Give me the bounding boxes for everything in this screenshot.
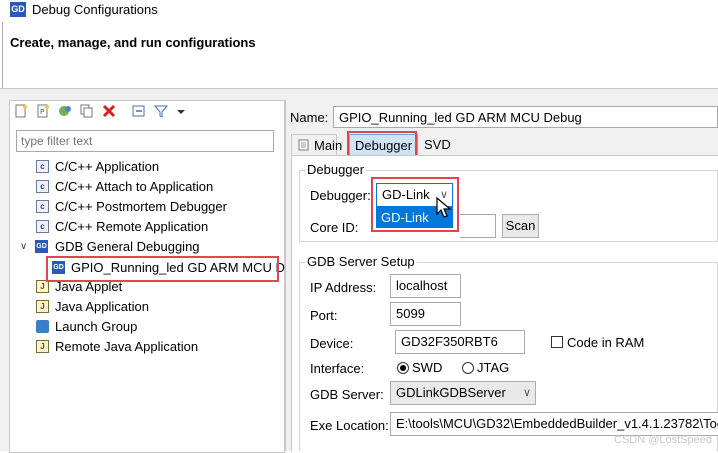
view-menu-icon[interactable] [176, 104, 186, 118]
jtag-label: JTAG [477, 360, 510, 375]
dialog-header-title: Create, manage, and run configurations [10, 35, 256, 50]
gdb-server-group-title: GDB Server Setup [305, 254, 417, 269]
delete-icon[interactable] [102, 104, 116, 118]
ip-address-input[interactable]: localhost [390, 274, 461, 298]
window-title: Debug Configurations [32, 2, 158, 17]
exe-location-label: Exe Location: [310, 418, 389, 433]
launch-group-icon [36, 320, 49, 333]
tree-item-label: C/C++ Postmortem Debugger [55, 199, 227, 214]
new-config-icon[interactable] [14, 104, 28, 118]
exe-location-input[interactable]: E:\tools\MCU\GD32\EmbeddedBuilder_v1.4.1… [390, 412, 718, 436]
tab-main[interactable]: Main [291, 134, 342, 155]
device-label: Device: [310, 336, 354, 351]
filter-input[interactable] [16, 130, 274, 152]
watermark: CSDN @LostSpeed [614, 434, 712, 446]
debugger-group-title: Debugger [305, 162, 367, 177]
scan-button[interactable]: Scan [502, 214, 539, 238]
dialog-header: Create, manage, and run configurations [0, 22, 718, 89]
duplicate-icon[interactable] [80, 104, 94, 118]
svg-text:P: P [40, 108, 44, 116]
main-tab-icon [298, 139, 309, 151]
swd-label: SWD [412, 360, 443, 375]
tab-label: SVD [424, 137, 451, 152]
code-in-ram-checkbox[interactable] [551, 336, 563, 348]
panel-divider[interactable] [285, 100, 286, 451]
ip-address-label: IP Address: [310, 280, 377, 295]
tab-svd[interactable]: SVD [419, 134, 456, 155]
title-bar: GD Debug Configurations [0, 0, 718, 22]
filter-icon[interactable] [154, 104, 168, 118]
c-icon: c [36, 180, 49, 193]
app-icon: GD [10, 2, 26, 17]
c-icon: c [36, 220, 49, 233]
remote-java-icon: J [36, 340, 49, 353]
tree-item-label: Java Application [55, 299, 149, 314]
config-name-input[interactable]: GPIO_Running_led GD ARM MCU Debug [333, 106, 718, 128]
export-icon[interactable] [58, 104, 72, 118]
core-id-input[interactable] [460, 214, 496, 238]
chevron-down-icon[interactable]: ∨ [20, 237, 27, 257]
java-app-icon: J [36, 300, 49, 313]
debugger-label: Debugger: [310, 188, 371, 203]
gdb-server-label: GDB Server: [310, 387, 384, 402]
port-label: Port: [310, 308, 338, 323]
jtag-radio[interactable] [462, 362, 474, 374]
tree-item-label: C/C++ Attach to Application [55, 179, 214, 194]
tree-item-label: Launch Group [55, 319, 138, 334]
port-input[interactable]: 5099 [390, 302, 461, 326]
interface-label: Interface: [310, 361, 365, 376]
header-divider [2, 22, 3, 88]
tree-item-label: C/C++ Remote Application [55, 219, 209, 234]
tab-label: Main [314, 138, 343, 153]
tree-item-label: C/C++ Application [55, 159, 160, 174]
name-label: Name: [290, 110, 329, 125]
tree-item-label: Remote Java Application [55, 339, 199, 354]
swd-radio[interactable] [397, 362, 409, 374]
collapse-all-icon[interactable] [132, 104, 146, 118]
core-id-label: Core ID: [310, 220, 359, 235]
gdb-server-select[interactable]: GDLinkGDBServer ∨ [390, 381, 536, 405]
code-in-ram-label: Code in RAM [567, 335, 645, 350]
device-input[interactable]: GD32F350RBT6 [395, 330, 525, 354]
highlight-box-dropdown [371, 177, 459, 232]
new-prototype-icon[interactable]: P [36, 104, 50, 118]
tree-item-label: GDB General Debugging [55, 239, 200, 254]
gdb-server-select-value: GDLinkGDBServer [396, 385, 506, 400]
gd-icon: GD [35, 240, 48, 253]
chevron-down-icon: ∨ [522, 387, 531, 399]
highlight-box-tree [46, 256, 279, 282]
c-icon: c [36, 160, 49, 173]
c-icon: c [36, 200, 49, 213]
